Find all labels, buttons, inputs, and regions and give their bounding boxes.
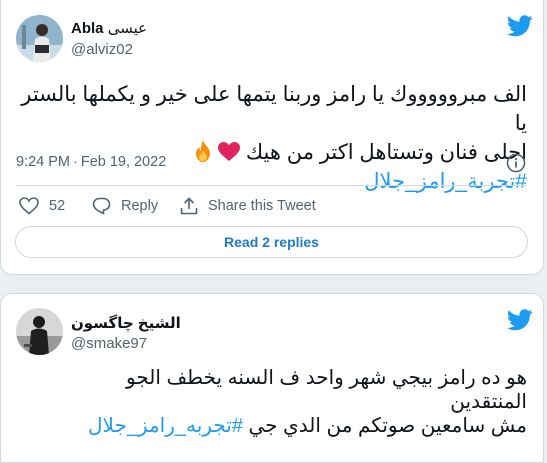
reply-icon [92,197,111,215]
tweet-timestamp[interactable]: 9:24 PM · Feb 19, 2022 [16,154,169,170]
info-icon[interactable] [506,153,526,173]
share-button[interactable]: Share this Tweet [180,197,316,215]
twitter-bird-icon[interactable] [507,15,533,37]
heart-emoji-icon [212,141,246,164]
divider [16,185,527,186]
avatar[interactable] [16,308,63,355]
avatar[interactable] [16,15,63,62]
author-name[interactable]: Abla عيسى [71,19,147,37]
like-button[interactable]: 52 [19,197,65,215]
reply-button[interactable]: Reply [92,197,158,215]
fire-emoji-icon [194,140,212,164]
read-replies-button[interactable]: Read 2 replies [15,226,528,258]
hashtag-link[interactable]: #تجربه_رامز_جلال [88,415,243,437]
tweet-card: الشيخ چاگسون @smake97 هو ده رامز بيجي شه… [0,293,544,463]
tweet-card: Abla عيسى @alviz02 الف مبروووووك يا رامز… [0,0,544,275]
heart-outline-icon [19,197,39,215]
author-handle[interactable]: @smake97 [71,335,147,352]
hashtag-link[interactable]: #تجربة_رامز_جلال [364,170,527,193]
tweet-text: الف مبروووووك يا رامز وربنا يتمها على خي… [21,83,527,193]
author-handle[interactable]: @alviz02 [71,41,133,58]
twitter-bird-icon[interactable] [507,309,533,331]
author-name[interactable]: الشيخ چاگسون [71,314,181,332]
tweet-text: هو ده رامز بيجي شهر واحد ف السنه يخطف ال… [87,367,527,437]
share-icon [180,197,198,215]
